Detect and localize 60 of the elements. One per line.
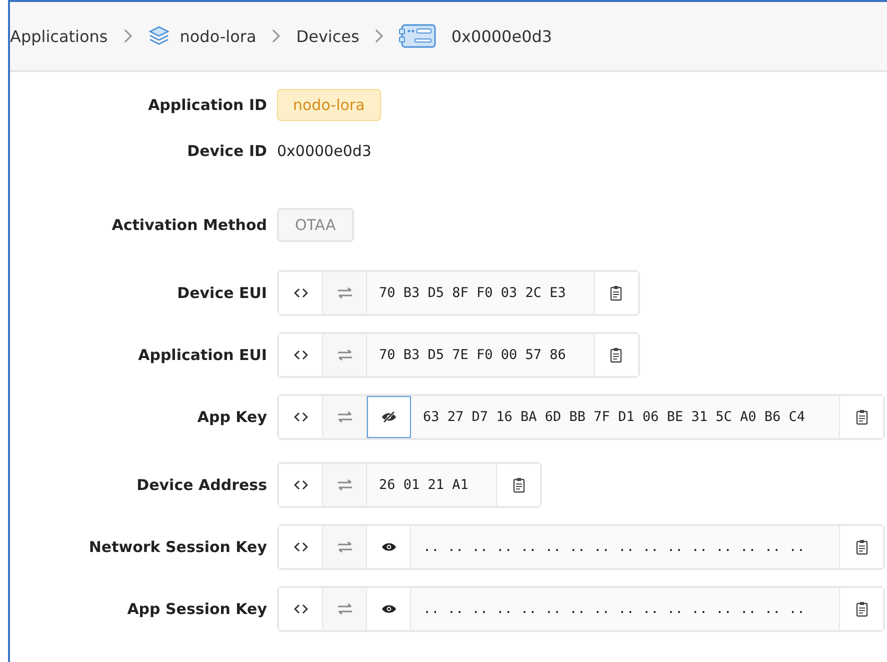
format-toggle-button[interactable] [279, 526, 323, 568]
breadcrumb-link[interactable]: Devices [296, 26, 360, 46]
activation-tag: OTAA [277, 208, 354, 242]
byte-order-button[interactable] [323, 334, 367, 376]
format-toggle-button[interactable] [279, 464, 323, 506]
field-label: Activation Method [110, 216, 268, 234]
code-icon [294, 288, 308, 298]
swap-icon [336, 541, 352, 553]
field-label: App Key [196, 408, 268, 426]
field-value: 0x0000e0d3 [277, 142, 372, 160]
breadcrumb-link[interactable]: 0x0000e0d3 [451, 26, 552, 46]
format-toggle-button[interactable] [279, 396, 323, 438]
code-icon [294, 604, 308, 614]
copy-button[interactable] [839, 526, 883, 568]
chevron-icon [124, 29, 132, 43]
breadcrumb-link[interactable]: Applications [10, 26, 108, 46]
field-label: Application EUI [137, 346, 268, 364]
field-label: Device ID [186, 142, 268, 160]
chevron-icon [375, 29, 384, 43]
layers-icon [148, 25, 170, 47]
byte-order-button[interactable] [323, 272, 367, 314]
visibility-button[interactable] [367, 396, 411, 438]
clipboard-icon [610, 285, 622, 301]
copy-button[interactable] [839, 588, 883, 630]
key-value: .. .. .. .. .. .. .. .. .. .. .. .. .. .. .. .. [411, 526, 839, 568]
swap-icon [336, 479, 352, 491]
code-icon [294, 480, 308, 490]
device-icon [399, 23, 438, 49]
copy-button[interactable] [594, 272, 638, 314]
field-label: App Session Key [126, 600, 268, 618]
key-value: 70 B3 D5 8F F0 03 2C E3 [367, 272, 594, 314]
swap-icon [336, 603, 352, 615]
code-icon [294, 412, 308, 422]
key-value: 70 B3 D5 7E F0 00 57 86 [367, 334, 594, 376]
code-icon [294, 350, 308, 360]
copy-button[interactable] [839, 396, 883, 438]
key-value: 26 01 21 A1 [367, 464, 496, 506]
code-icon [294, 542, 308, 552]
clipboard-icon [512, 477, 525, 493]
format-toggle-button[interactable] [279, 272, 323, 314]
field-label: Device Address [136, 476, 268, 494]
copy-button[interactable] [496, 464, 540, 506]
field-label: Device EUI [176, 284, 268, 302]
byte-order-button[interactable] [323, 464, 367, 506]
swap-icon [336, 411, 352, 423]
field-label: Application ID [147, 96, 268, 114]
clipboard-icon [856, 409, 868, 425]
copy-button[interactable] [594, 334, 638, 376]
key-value: 63 27 D7 16 BA 6D BB 7F D1 06 BE 31 5C A0 B6 C4 [411, 396, 839, 438]
chevron-icon [272, 29, 280, 43]
field-label: Network Session Key [88, 538, 268, 556]
format-toggle-button[interactable] [279, 334, 323, 376]
clipboard-icon [610, 347, 622, 363]
breadcrumb-link[interactable]: nodo-lora [180, 26, 256, 46]
format-toggle-button[interactable] [279, 588, 323, 630]
swap-icon [336, 349, 352, 361]
key-value: .. .. .. .. .. .. .. .. .. .. .. .. .. .. .. .. [411, 588, 839, 630]
swap-icon [336, 287, 352, 299]
clipboard-icon [856, 601, 868, 617]
clipboard-icon [856, 539, 868, 555]
